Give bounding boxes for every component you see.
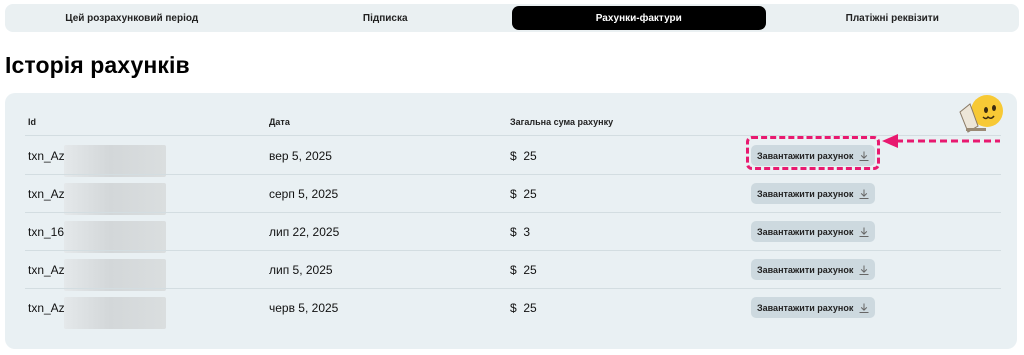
row-divider xyxy=(25,250,1001,251)
tab-payment-details[interactable]: Платіжні реквізити xyxy=(766,4,1020,32)
amount-value: 25 xyxy=(523,301,537,315)
invoice-amount: $ 25 xyxy=(510,301,537,315)
invoice-date: лип 22, 2025 xyxy=(269,225,340,239)
download-invoice-label: Завантажити рахунок xyxy=(757,264,854,275)
currency-symbol: $ xyxy=(510,263,517,277)
invoice-date: лип 5, 2025 xyxy=(269,263,333,277)
invoice-id: txn_Az xyxy=(28,301,65,315)
download-icon xyxy=(858,188,870,200)
download-invoice-button[interactable]: Завантажити рахунок xyxy=(751,259,875,280)
download-invoice-label: Завантажити рахунок xyxy=(757,302,854,313)
currency-symbol: $ xyxy=(510,225,517,239)
highlight-box xyxy=(746,136,880,170)
invoice-id: txn_Az xyxy=(28,263,65,277)
invoice-amount: $ 25 xyxy=(510,149,537,163)
invoice-history-card: Id Дата Загальна сума рахунку txn_Az вер… xyxy=(5,93,1017,349)
amount-value: 25 xyxy=(523,263,537,277)
invoice-id: txn_Az xyxy=(28,187,65,201)
invoice-id: txn_Az xyxy=(28,149,65,163)
invoice-amount: $ 3 xyxy=(510,225,530,239)
redacted-id-blur xyxy=(64,297,166,329)
redacted-id-blur xyxy=(64,221,166,253)
tab-invoices[interactable]: Рахунки-фактури xyxy=(512,6,766,30)
page-title: Історія рахунків xyxy=(5,52,190,78)
redacted-id-blur xyxy=(64,183,166,215)
download-icon xyxy=(858,226,870,238)
smiley-laptop-icon xyxy=(959,95,1003,133)
tab-subscription[interactable]: Підписка xyxy=(259,4,513,32)
amount-value: 3 xyxy=(523,225,531,239)
redacted-id-blur xyxy=(64,259,166,291)
download-invoice-button[interactable]: Завантажити рахунок xyxy=(751,183,875,204)
column-header-id: Id xyxy=(28,117,36,127)
redacted-id-blur xyxy=(64,145,166,177)
download-icon xyxy=(858,264,870,276)
currency-symbol: $ xyxy=(510,187,517,201)
pointer-arrow-icon xyxy=(882,134,1000,148)
currency-symbol: $ xyxy=(510,301,517,315)
download-invoice-label: Завантажити рахунок xyxy=(757,188,854,199)
row-divider xyxy=(25,212,1001,213)
tab-bar: Цей розрахунковий період Підписка Рахунк… xyxy=(5,4,1019,32)
row-divider xyxy=(25,288,1001,289)
row-divider xyxy=(25,174,1001,175)
invoice-amount: $ 25 xyxy=(510,263,537,277)
invoice-date: вер 5, 2025 xyxy=(269,149,332,163)
invoice-amount: $ 25 xyxy=(510,187,537,201)
invoice-date: черв 5, 2025 xyxy=(269,301,339,315)
column-header-total: Загальна сума рахунку xyxy=(510,117,614,127)
download-invoice-button[interactable]: Завантажити рахунок xyxy=(751,221,875,242)
amount-value: 25 xyxy=(523,187,537,201)
download-invoice-button[interactable]: Завантажити рахунок xyxy=(751,297,875,318)
download-invoice-label: Завантажити рахунок xyxy=(757,226,854,237)
download-icon xyxy=(858,302,870,314)
tab-current-period[interactable]: Цей розрахунковий період xyxy=(5,4,259,32)
invoice-date: серп 5, 2025 xyxy=(269,187,339,201)
currency-symbol: $ xyxy=(510,149,517,163)
amount-value: 25 xyxy=(523,149,537,163)
column-header-date: Дата xyxy=(269,117,290,127)
